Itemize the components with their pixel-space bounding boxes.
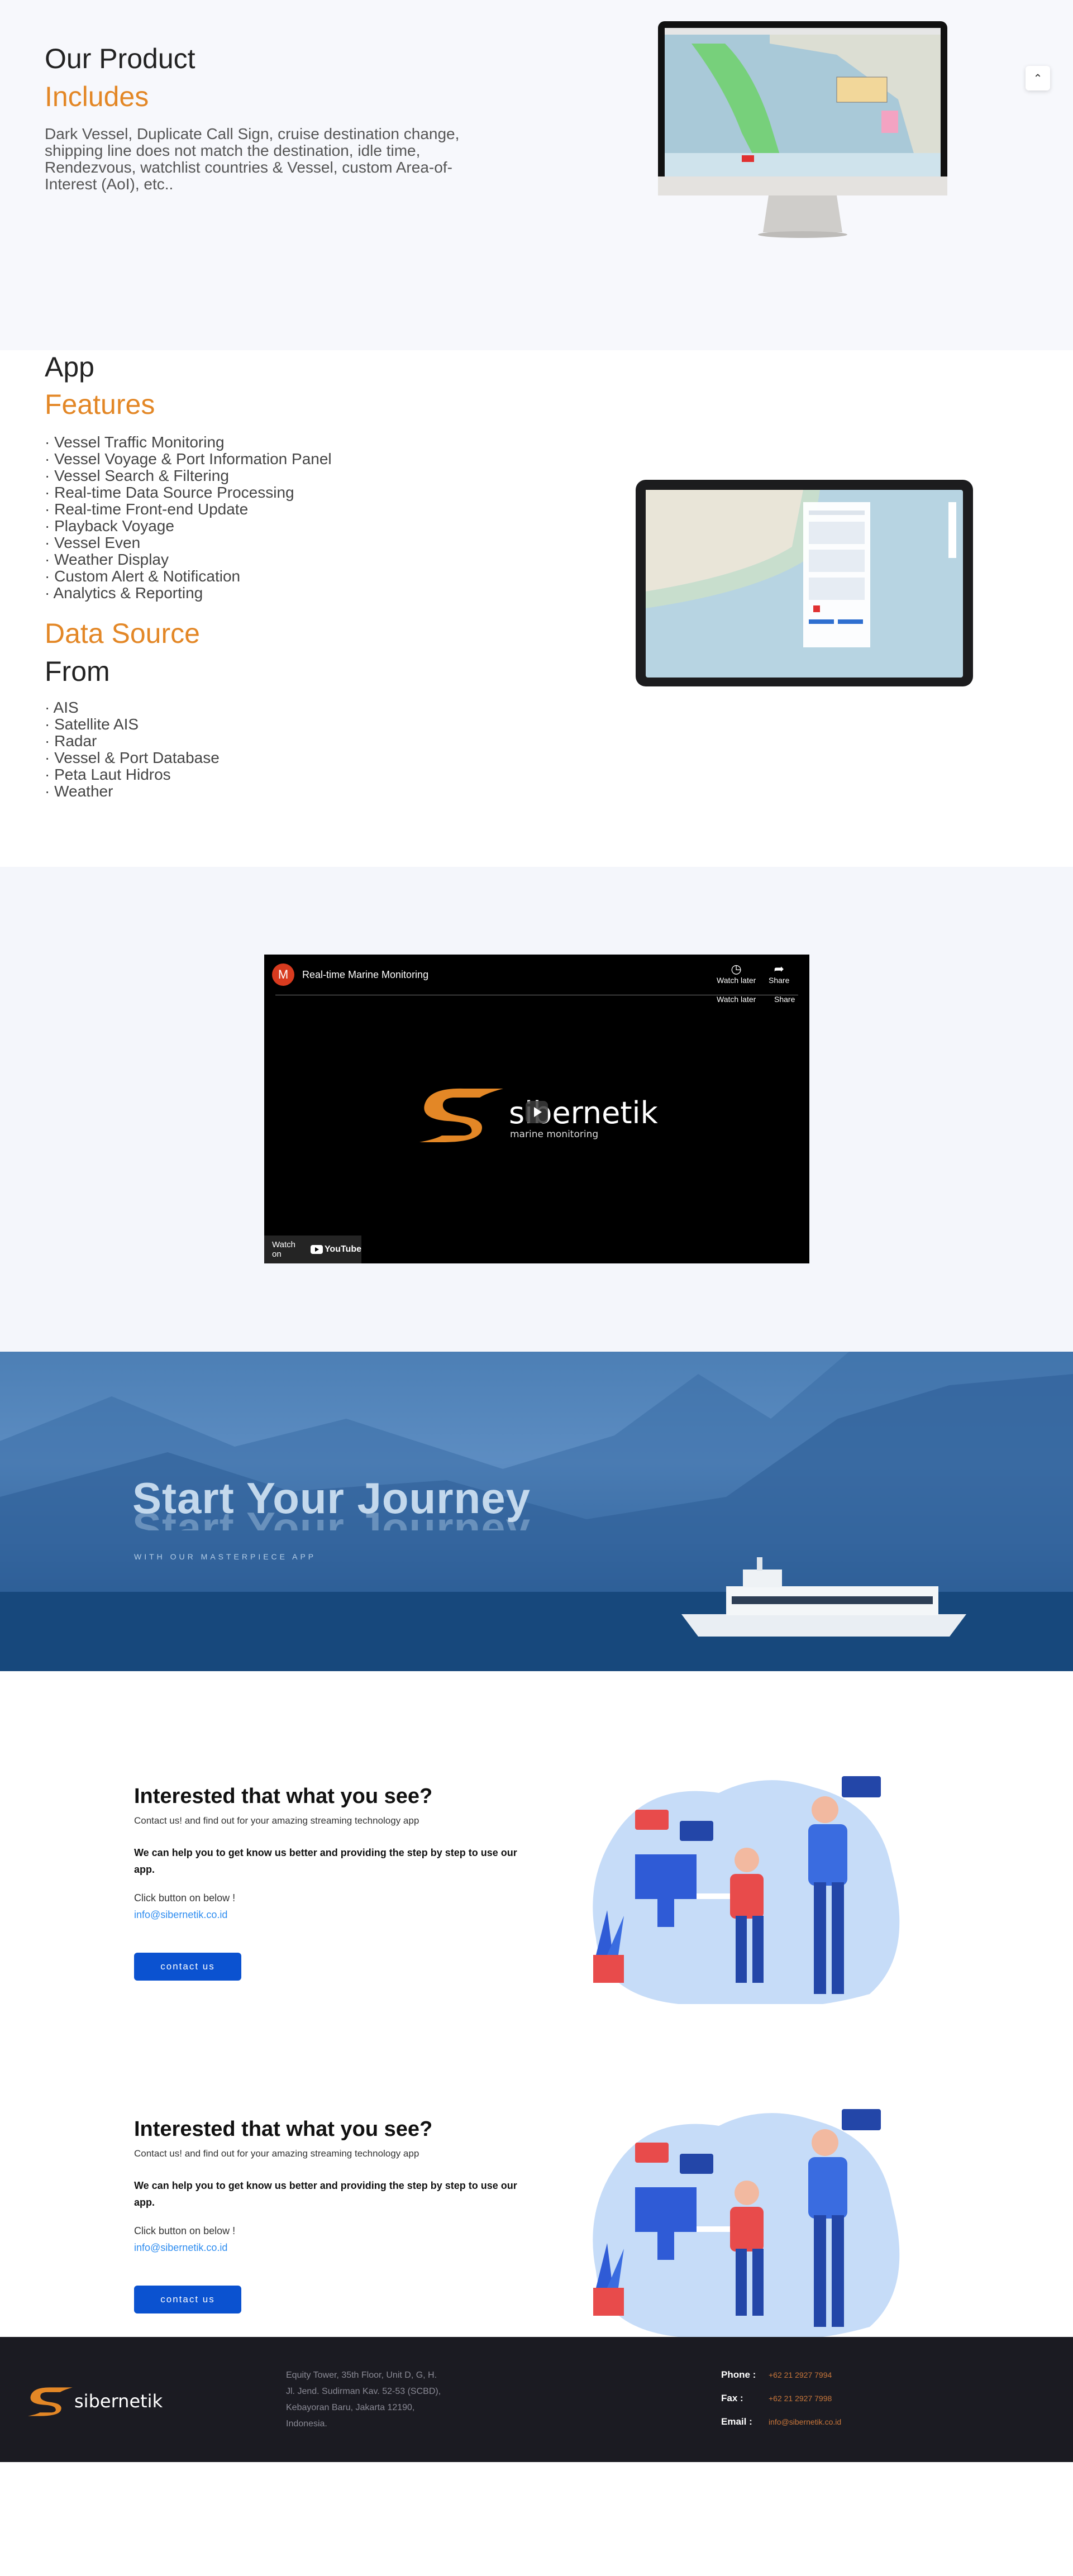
tablet-mockup: [636, 480, 973, 689]
feature-list: · Vessel Traffic Monitoring · Vessel Voy…: [45, 434, 332, 602]
list-item: · Weather Display: [45, 551, 169, 568]
share-arrow-icon: ➦: [774, 962, 784, 976]
list-item: · Playback Voyage: [45, 517, 174, 535]
sibernetik-logo: [419, 1087, 503, 1146]
data-source-list: · AIS · Satellite AIS · Radar · Vessel &…: [45, 699, 220, 800]
list-item: · AIS: [45, 699, 79, 716]
fax-value: +62 21 2927 7998: [769, 2394, 832, 2403]
watch-later-label: Watch later: [717, 976, 756, 985]
contact-email-link[interactable]: info@sibernetik.co.id: [134, 2242, 227, 2254]
play-icon: [534, 1107, 542, 1117]
watch-later-label-dup: Watch later: [717, 995, 756, 1004]
watch-on-label: Watch on: [272, 1240, 295, 1259]
imac-mockup: [658, 21, 947, 245]
contact-help-text: We can help you to get know us better an…: [134, 1847, 517, 1875]
data-source-title-line1: Data Source: [45, 618, 200, 649]
team-illustration: [579, 1771, 917, 2004]
list-item: · Radar: [45, 732, 97, 750]
video-title[interactable]: Real-time Marine Monitoring: [302, 969, 428, 981]
youtube-label: YouTube: [324, 1244, 361, 1254]
footer-email: Email : info@sibernetik.co.id: [721, 2416, 841, 2427]
product-title-line2: Includes: [45, 81, 149, 112]
product-title-line1: Our Product: [45, 43, 195, 74]
features-section: App Features · Vessel Traffic Monitoring…: [0, 350, 1073, 867]
list-item: · Vessel Even: [45, 534, 141, 551]
journey-banner: Start Your Journey Start Your Journey WI…: [0, 1352, 1073, 1671]
share-label: Share: [769, 976, 790, 985]
list-item: · Real-time Data Source Processing: [45, 484, 294, 501]
video-section: M Real-time Marine Monitoring ◷ Watch la…: [0, 867, 1073, 1352]
address-line: Jl. Jend. Sudirman Kav. 52-53 (SCBD),: [286, 2387, 441, 2396]
features-title-line1: App: [45, 351, 94, 383]
journey-subtitle: WITH OUR MASTERPIECE APP: [134, 1552, 317, 1561]
contact-us-button[interactable]: contact us: [134, 1953, 241, 1981]
contact-us-button[interactable]: contact us: [134, 2286, 241, 2313]
contact-click-text: Click button on below !: [134, 2225, 236, 2236]
contact-title: Interested that what you see?: [134, 1785, 433, 1808]
channel-avatar[interactable]: M: [272, 963, 294, 986]
footer-logo[interactable]: [28, 2386, 73, 2420]
address-line: Equity Tower, 35th Floor, Unit D, G, H.: [286, 2370, 437, 2380]
footer-phone: Phone : +62 21 2927 7994: [721, 2369, 832, 2381]
list-item: · Real-time Front-end Update: [45, 500, 249, 518]
chevron-up-icon: ⌃: [1033, 72, 1043, 85]
email-label: Email :: [721, 2416, 752, 2427]
contact-email-link[interactable]: info@sibernetik.co.id: [134, 1909, 227, 1921]
phone-value[interactable]: +62 21 2927 7994: [769, 2370, 832, 2379]
list-item: · Satellite AIS: [45, 715, 139, 733]
share-button[interactable]: ➦ Share: [769, 962, 789, 985]
list-item: · Weather: [45, 783, 113, 800]
watch-later-button[interactable]: ◷ Watch later: [717, 962, 756, 985]
journey-title: Start Your Journey: [132, 1473, 531, 1523]
share-label-dup: Share: [774, 995, 795, 1004]
list-item: · Vessel Voyage & Port Information Panel: [45, 450, 332, 468]
data-source-title-line2: From: [45, 656, 110, 687]
team-illustration: [579, 2103, 917, 2337]
contact-title: Interested that what you see?: [134, 2117, 433, 2141]
contact-subtitle: Contact us! and find out for your amazin…: [134, 2148, 419, 2159]
contact-help-text: We can help you to get know us better an…: [134, 2180, 517, 2208]
address-line: Indonesia.: [286, 2419, 327, 2429]
features-title-line2: Features: [45, 389, 155, 420]
footer: sibernetik Equity Tower, 35th Floor, Uni…: [0, 2337, 1073, 2462]
video-brand-tagline: marine monitoring: [510, 1129, 599, 1140]
email-link[interactable]: info@sibernetik.co.id: [769, 2417, 841, 2426]
footer-fax: Fax : +62 21 2927 7998: [721, 2393, 832, 2404]
list-item: · Vessel Traffic Monitoring: [45, 433, 225, 451]
youtube-video-player[interactable]: M Real-time Marine Monitoring ◷ Watch la…: [264, 955, 809, 1263]
list-item: · Analytics & Reporting: [45, 584, 203, 602]
contact-section-1: Interested that what you see? Contact us…: [0, 1671, 1073, 2004]
list-item: · Peta Laut Hidros: [45, 766, 171, 783]
list-item: · Custom Alert & Notification: [45, 567, 241, 585]
list-item: · Vessel & Port Database: [45, 749, 220, 766]
fax-label: Fax :: [721, 2393, 743, 2403]
footer-brand-name: sibernetik: [74, 2391, 163, 2412]
address-line: Kebayoran Baru, Jakarta 12190,: [286, 2403, 415, 2412]
youtube-logo-icon: YouTube: [310, 1244, 361, 1254]
list-item: · Vessel Search & Filtering: [45, 467, 229, 484]
watch-on-youtube-button[interactable]: Watch on YouTube: [264, 1235, 361, 1263]
back-to-top-button[interactable]: ⌃: [1026, 66, 1050, 90]
phone-label: Phone :: [721, 2369, 756, 2380]
footer-address: Equity Tower, 35th Floor, Unit D, G, H. …: [286, 2367, 476, 2432]
contact-click-text: Click button on below !: [134, 1892, 236, 1904]
play-button[interactable]: [526, 1101, 548, 1123]
contact-section-2: Interested that what you see? Contact us…: [0, 2004, 1073, 2337]
contact-subtitle: Contact us! and find out for your amazin…: [134, 1815, 419, 1826]
product-section: Our Product Includes Dark Vessel, Duplic…: [0, 0, 1073, 350]
clock-icon: ◷: [731, 962, 742, 976]
product-description: Dark Vessel, Duplicate Call Sign, cruise…: [45, 125, 460, 193]
